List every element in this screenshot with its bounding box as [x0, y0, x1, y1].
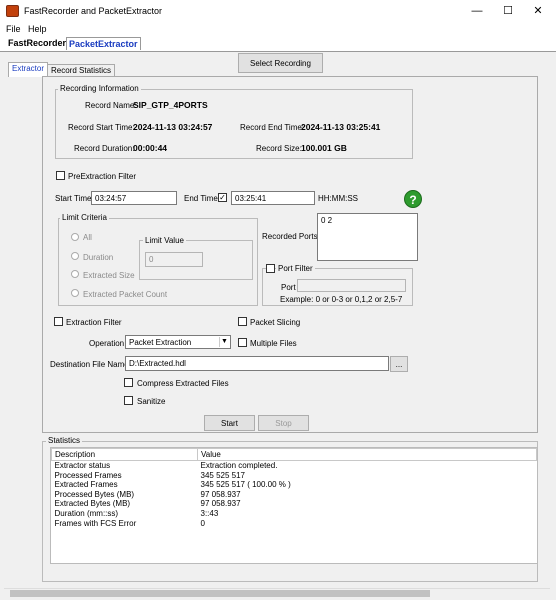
column-header-description[interactable]: Description [51, 448, 198, 461]
port-filter-label: Port Filter [276, 264, 315, 273]
table-row[interactable]: Processed Bytes (MB) 97 058.937 [52, 490, 537, 500]
record-name-label: Record Name: [85, 101, 137, 110]
destination-file-name-input[interactable]: D:\Extracted.hdl [125, 356, 389, 371]
help-icon[interactable]: ? [404, 190, 422, 208]
row-description: Processed Frames [54, 470, 122, 480]
record-end-time-value: 2024-11-13 03:25:41 [301, 122, 381, 132]
recording-information-label: Recording Information [58, 84, 141, 93]
multiple-files-checkbox[interactable] [238, 338, 247, 347]
operation-select[interactable]: Packet Extraction ▼ [125, 335, 231, 349]
row-description: Duration (mm::ss) [54, 508, 119, 518]
stop-button[interactable]: Stop [258, 415, 309, 431]
column-header-value[interactable]: Value [197, 448, 537, 461]
compress-checkbox[interactable] [124, 378, 133, 387]
port-input[interactable] [297, 279, 406, 292]
operation-value: Packet Extraction [129, 338, 192, 347]
minimize-icon[interactable]: — [463, 2, 491, 20]
limit-duration-radio[interactable] [71, 252, 79, 260]
maximize-icon[interactable]: ☐ [494, 2, 522, 20]
extraction-filter-checkbox[interactable] [54, 317, 63, 326]
row-value: 0 [200, 518, 205, 528]
table-row[interactable]: Extractor status Extraction completed. [52, 461, 537, 471]
tab-packetextractor[interactable]: PacketExtractor [66, 37, 141, 50]
menu-file[interactable]: File [6, 24, 21, 34]
row-description: Frames with FCS Error [54, 518, 137, 528]
port-filter-checkbox[interactable] [266, 264, 275, 273]
end-time-checkbox[interactable]: ✓ [218, 193, 227, 202]
record-size-value: 100.001 GB [301, 143, 347, 153]
row-description: Processed Bytes (MB) [54, 489, 135, 499]
scrollbar-thumb[interactable] [10, 590, 430, 597]
port-example-label: Example: 0 or 0-3 or 0,1,2 or 2,5-7 [280, 295, 403, 304]
browse-button[interactable]: ... [390, 356, 408, 372]
row-description: Extracted Frames [54, 480, 118, 490]
record-end-time-label: Record End Time: [240, 123, 305, 132]
close-icon[interactable]: ✕ [524, 2, 552, 20]
table-row[interactable]: Frames with FCS Error 0 [52, 519, 537, 529]
recorded-ports-list[interactable]: 0 2 [317, 213, 418, 261]
record-size-label: Record Size: [256, 144, 302, 153]
limit-packet-count-label: Extracted Packet Count [83, 290, 168, 299]
row-description: Extracted Bytes (MB) [54, 499, 131, 509]
menu-bar [0, 22, 556, 36]
limit-value-input[interactable]: 0 [145, 252, 203, 267]
compress-label: Compress Extracted Files [137, 379, 229, 388]
row-value: 97 058.937 [200, 489, 241, 499]
limit-packet-count-radio[interactable] [71, 289, 79, 297]
destination-file-name-label: Destination File Name [50, 360, 129, 369]
preextraction-filter-label: PreExtraction Filter [68, 172, 137, 181]
limit-duration-label: Duration [83, 253, 114, 262]
window-title: FastRecorder and PacketExtractor [24, 6, 163, 16]
limit-value-label: Limit Value [143, 236, 186, 245]
select-recording-button[interactable]: Select Recording [238, 53, 323, 73]
end-time-label: End Time [184, 194, 218, 203]
sanitize-label: Sanitize [137, 397, 166, 406]
limit-all-label: All [83, 233, 92, 242]
packet-slicing-checkbox[interactable] [238, 317, 247, 326]
statistics-table: Description Value Extractor status Extrac… [51, 448, 537, 528]
row-value: Extraction completed. [200, 461, 278, 470]
table-row[interactable]: Duration (mm::ss) 3::43 [52, 509, 537, 519]
tab-fastrecorder[interactable]: FastRecorder [6, 38, 68, 48]
table-row[interactable]: Processed Frames 345 525 517 [52, 471, 537, 481]
start-button[interactable]: Start [204, 415, 255, 431]
multiple-files-label: Multiple Files [250, 339, 297, 348]
row-value: 3::43 [200, 508, 219, 518]
start-time-label: Start Time [55, 194, 92, 203]
row-value: 97 058.937 [200, 499, 241, 509]
port-label: Port [281, 283, 296, 292]
row-value: 345 525 517 ( 100.00 % ) [200, 480, 291, 490]
start-time-input[interactable]: 03:24:57 [91, 191, 177, 205]
row-description: Extractor status [54, 461, 111, 470]
limit-extracted-size-label: Extracted Size [83, 271, 135, 280]
chevron-down-icon: ▼ [219, 337, 229, 347]
record-name-value: SIP_GTP_4PORTS [133, 100, 208, 110]
row-value: 345 525 517 [200, 470, 246, 480]
recorded-ports-label: Recorded Ports: [262, 232, 320, 241]
record-duration-label: Record Duration: [74, 144, 135, 153]
record-start-time-value: 2024-11-13 03:24:57 [133, 122, 213, 132]
table-header-row: Description Value [51, 448, 537, 461]
preextraction-filter-checkbox[interactable] [56, 171, 65, 180]
table-row[interactable]: Extracted Bytes (MB) 97 058.937 [52, 499, 537, 509]
limit-all-radio[interactable] [71, 233, 79, 241]
limit-criteria-label: Limit Criteria [60, 213, 109, 222]
menu-help[interactable]: Help [28, 24, 47, 34]
sanitize-checkbox[interactable] [124, 396, 133, 405]
tab-extractor[interactable]: Extractor [8, 62, 49, 77]
record-duration-value: 00:00:44 [133, 143, 168, 153]
table-row[interactable]: Extracted Frames 345 525 517 ( 100.00 % ) [52, 480, 537, 490]
time-format-label: HH:MM:SS [318, 194, 358, 203]
operation-label: Operation [89, 339, 125, 348]
packet-slicing-label: Packet Slicing [250, 318, 301, 327]
app-icon [6, 5, 19, 17]
statistics-label: Statistics [46, 436, 83, 445]
record-start-time-label: Record Start Time: [68, 123, 135, 132]
end-time-input[interactable]: 03:25:41 [231, 191, 315, 205]
extraction-filter-label: Extraction Filter [66, 318, 122, 327]
limit-extracted-size-radio[interactable] [71, 270, 79, 278]
